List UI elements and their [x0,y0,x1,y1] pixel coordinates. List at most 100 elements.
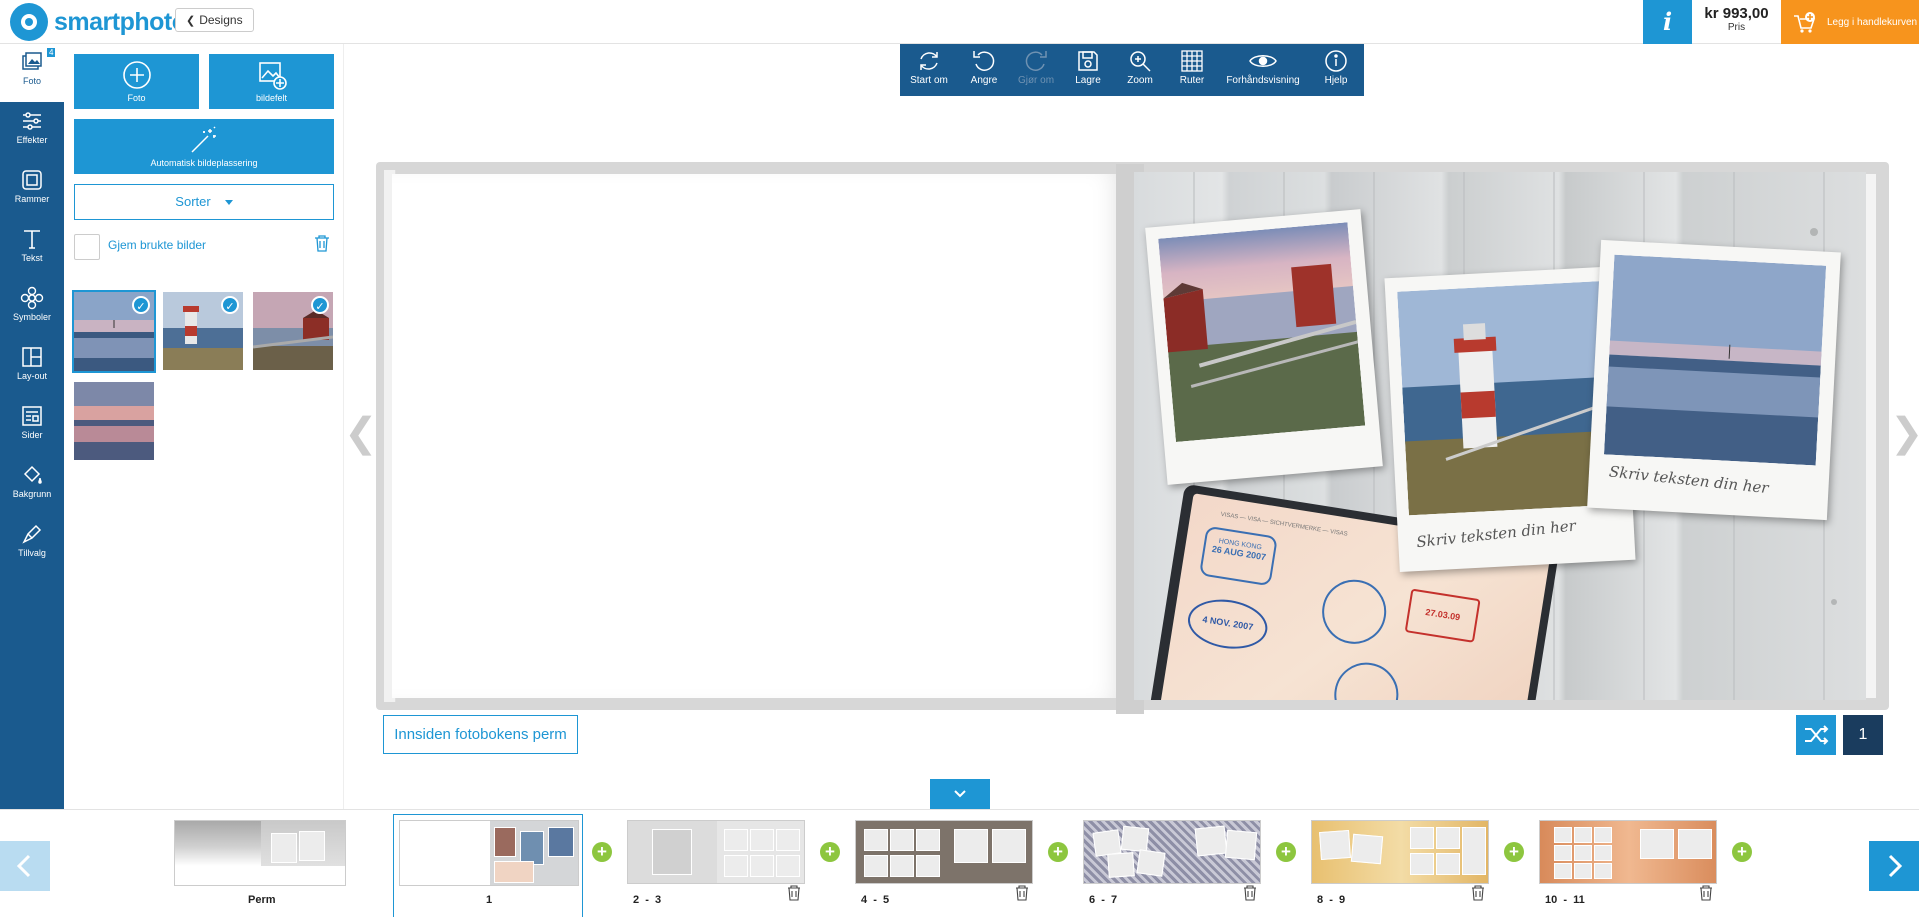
sidebar-item-bakgrunn[interactable]: Bakgrunn [0,457,64,515]
sidebar-item-tekst[interactable]: Tekst [0,221,64,279]
photo-slot [1594,827,1612,843]
right-page[interactable]: VISAS — VISA — SICHTVERMERKE — VISAS HON… [1134,172,1866,700]
help-button[interactable]: Hjelp [1308,44,1364,96]
photo-thumbnail[interactable] [74,382,154,460]
photo-slot [1107,852,1135,878]
hide-used-checkbox[interactable] [74,234,100,260]
trash-icon[interactable] [1243,885,1257,901]
add-to-cart-button[interactable]: Legg i handlekurven [1781,0,1919,44]
toolbar-label: Angre [970,75,998,86]
layout-icon [22,347,42,367]
photo-slot [992,829,1026,863]
grid-button[interactable]: Ruter [1166,44,1218,96]
add-page-button[interactable]: + [1504,842,1524,862]
shuffle-button[interactable] [1796,715,1836,755]
photo-count-badge: 4 [47,48,56,57]
trash-icon[interactable] [314,234,330,252]
sidebar-item-label: Symboler [12,312,51,322]
trash-icon[interactable] [1699,885,1713,901]
add-image-field-label: bildefelt [255,93,288,103]
photo-slot [1574,827,1592,843]
editor-toolbar: Start om Angre Gjør om Lagre Zoom Ruter … [900,44,1364,96]
filmstrip-prev-button[interactable] [0,841,50,891]
photo-slot [776,829,800,851]
price-amount: kr 993,00 [1704,5,1769,22]
polaroid-photo-1[interactable] [1145,209,1383,485]
brand-logo[interactable]: smartphoto [10,3,187,41]
designs-label: Designs [199,13,243,27]
photo-slot [652,829,692,875]
photo-caption[interactable]: Skriv teksten din her [1608,462,1769,497]
undo-icon [973,51,995,71]
spread-thumbnail-10-11[interactable] [1539,820,1717,884]
add-image-field-button[interactable]: bildefelt [209,54,334,109]
trash-icon[interactable] [1015,885,1029,901]
prev-spread-arrow-icon[interactable]: ❮ [344,410,378,456]
pages-icon [22,406,42,426]
plus-circle-icon [122,61,151,89]
photo-slot [1554,827,1572,843]
sidebar-item-label: Foto [22,76,41,86]
spread-thumbnail-1[interactable] [399,820,579,886]
sidebar-item-symboler[interactable]: Symboler [0,280,64,338]
add-photo-button[interactable]: Foto [74,54,199,109]
used-check-icon: ✓ [132,296,150,314]
restart-button[interactable]: Start om [900,44,958,96]
left-page[interactable] [392,174,1132,698]
photo-slot [890,855,914,877]
spread-thumbnail-cover[interactable] [174,820,346,886]
sidebar-item-tillvalg[interactable]: Tillvalg [0,516,64,574]
next-spread-arrow-icon[interactable]: ❯ [1890,410,1919,456]
add-page-button[interactable]: + [820,842,840,862]
zoom-button[interactable]: Zoom [1114,44,1166,96]
preview-button[interactable]: Forhåndsvisning [1218,44,1308,96]
paint-bucket-icon [23,465,42,484]
filmstrip-next-button[interactable] [1869,841,1919,891]
spread-thumbnail-4-5[interactable] [855,820,1033,884]
trash-icon[interactable] [1471,885,1485,901]
passport-stamp: HONG KONG 26 AUG 2007 [1199,525,1278,587]
sidebar-item-label: Bakgrunn [12,489,52,499]
info-button[interactable]: i [1643,0,1692,44]
photo-image [1603,254,1827,466]
redo-button[interactable]: Gjør om [1010,44,1062,96]
photo-slot [548,827,574,857]
add-page-button[interactable]: + [1276,842,1296,862]
add-page-button[interactable]: + [592,842,612,862]
photo-slot [724,829,748,851]
spread-thumbnail-2-3[interactable] [627,820,805,884]
sidebar-item-effekter[interactable]: Effekter [0,103,64,161]
photo-slot [1574,845,1592,861]
sort-dropdown[interactable]: Sorter [74,184,334,220]
photo-thumbnail[interactable]: ✓ [72,290,156,373]
add-page-button[interactable]: + [1732,842,1752,862]
photo-slot [1194,825,1228,857]
undo-button[interactable]: Angre [958,44,1010,96]
collapse-filmstrip-button[interactable] [930,779,990,809]
trash-icon[interactable] [787,885,801,901]
sidebar-item-sider[interactable]: Sider [0,398,64,456]
sidebar-item-foto[interactable]: 4 Foto [0,44,64,102]
auto-place-button[interactable]: Automatisk bildeplassering [74,119,334,174]
brush-icon [22,524,42,544]
toolbar-label: Zoom [1127,75,1153,86]
photo-slot [1319,829,1351,861]
hide-used-label[interactable]: Gjem brukte bilder [108,238,206,252]
save-button[interactable]: Lagre [1062,44,1114,96]
photo-caption[interactable]: Skriv teksten din her [1415,517,1576,552]
designs-button[interactable]: ❮ Designs [175,8,254,32]
spread-label: 2 - 3 [633,894,662,906]
sidebar-item-rammer[interactable]: Rammer [0,162,64,220]
sidebar-item-layout[interactable]: Lay-out [0,339,64,397]
spread-thumbnail-6-7[interactable] [1083,820,1261,884]
sort-label: Sorter [175,194,211,209]
spread-page [175,821,261,885]
photo-icon [22,52,42,70]
photo-thumbnail[interactable]: ✓ [163,292,243,370]
current-page-label: Innsiden fotobokens perm [383,715,578,754]
polaroid-photo-3[interactable]: Skriv teksten din her [1587,239,1841,521]
photo-thumbnail[interactable]: ✓ [253,292,333,370]
spread-thumbnail-8-9[interactable] [1311,820,1489,884]
price-display: kr 993,00 Pris [1692,0,1781,44]
add-page-button[interactable]: + [1048,842,1068,862]
